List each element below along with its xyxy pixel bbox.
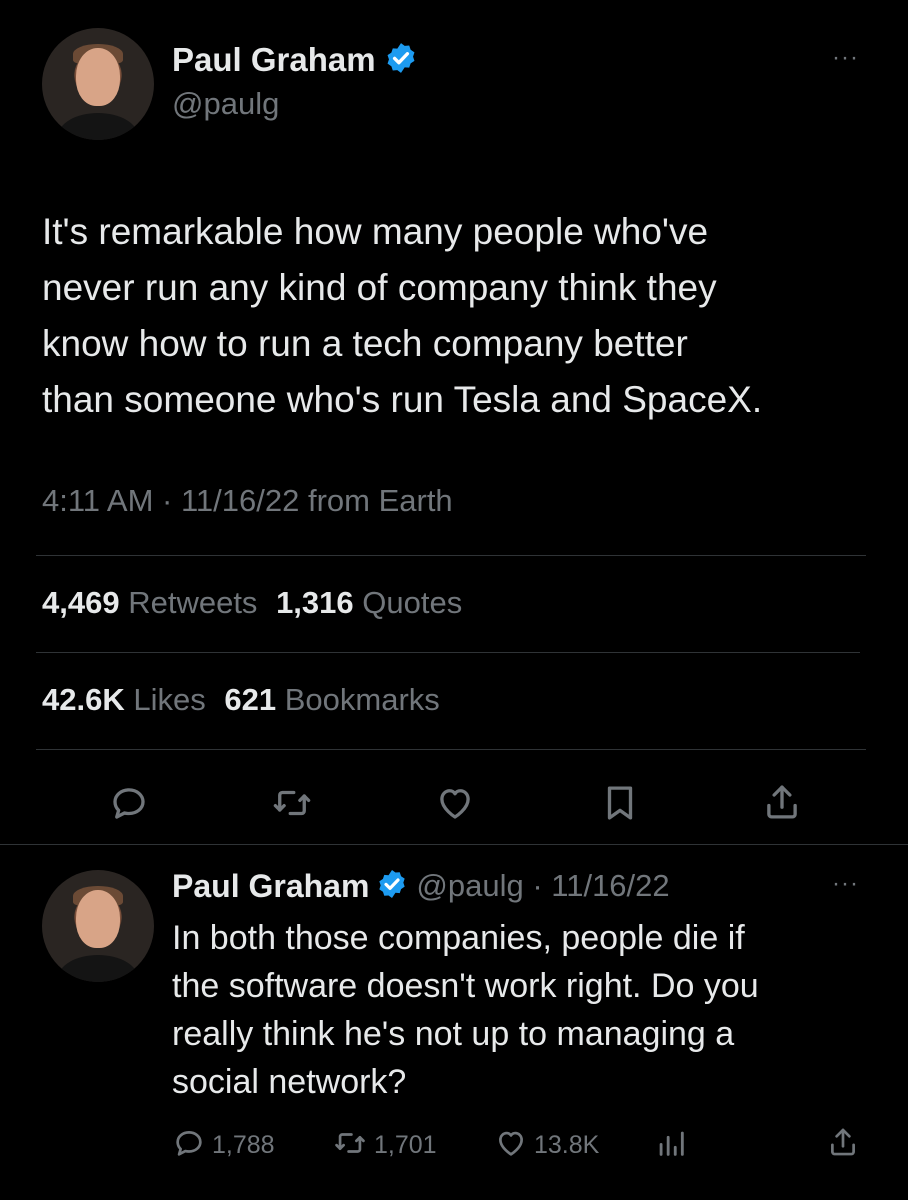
reply-like-count: 13.8K (534, 1131, 600, 1159)
retweets-count: 4,469 (42, 585, 120, 620)
reply-share-icon[interactable] (826, 1124, 860, 1165)
reply-count: 1,788 (212, 1131, 275, 1159)
retweets-label: Retweets (128, 585, 258, 620)
likes-label: Likes (133, 682, 206, 717)
reply-text: In both those companies, people die if t… (172, 914, 759, 1106)
quotes-count: 1,316 (276, 585, 354, 620)
author-name-row[interactable]: Paul Graham (172, 40, 418, 80)
reply-text-line: the software doesn't work right. Do you (172, 967, 759, 1005)
bookmark-icon[interactable] (599, 782, 641, 824)
reply-text-line: social network? (172, 1063, 407, 1101)
like-icon[interactable] (434, 782, 476, 824)
verified-badge-icon (376, 868, 408, 905)
likes-count: 42.6K (42, 682, 125, 717)
more-options-icon[interactable]: ··· (832, 44, 859, 72)
tweet-text-line: never run any kind of company think they (42, 267, 717, 308)
reply-text-line: really think he's not up to managing a (172, 1015, 735, 1053)
divider (36, 749, 866, 750)
quotes-label: Quotes (362, 585, 463, 620)
reply-comment-icon (172, 1126, 206, 1165)
reply-more-options-icon[interactable]: ··· (832, 870, 859, 898)
stats-row-1: 4,469 Retweets 1,316 Quotes (42, 585, 462, 621)
likes-stat[interactable]: 42.6K Likes (42, 682, 214, 717)
tweet-text: It's remarkable how many people who've n… (42, 204, 762, 428)
reply-retweet-icon (332, 1126, 368, 1165)
reply-like-icon (494, 1126, 528, 1165)
share-icon[interactable] (761, 780, 803, 824)
verified-badge-icon (384, 41, 418, 80)
author-handle[interactable]: @paulg (172, 86, 279, 122)
stats-row-2: 42.6K Likes 621 Bookmarks (42, 682, 440, 718)
retweets-stat[interactable]: 4,469 Retweets (42, 585, 266, 620)
tweet-text-line: know how to run a tech company better (42, 323, 688, 364)
reply-like-action[interactable]: 13.8K (494, 1126, 599, 1165)
author-avatar[interactable] (42, 28, 154, 140)
tweet-timestamp[interactable]: 4:11 AM · 11/16/22 from Earth (42, 483, 453, 519)
reply-author-avatar[interactable] (42, 870, 154, 982)
reply-text-line: In both those companies, people die if (172, 919, 745, 957)
tweet-text-line: than someone who's run Tesla and SpaceX. (42, 379, 763, 420)
reply-reply-action[interactable]: 1,788 (172, 1126, 275, 1165)
tweet-text-line: It's remarkable how many people who've (42, 211, 709, 252)
retweet-icon[interactable] (270, 782, 314, 824)
bookmarks-stat[interactable]: 621 Bookmarks (224, 682, 439, 717)
reply-retweet-action[interactable]: 1,701 (332, 1126, 437, 1165)
reply-views-icon[interactable] (654, 1126, 688, 1165)
quotes-stat[interactable]: 1,316 Quotes (276, 585, 462, 620)
reply-author-name[interactable]: Paul Graham (172, 868, 369, 905)
divider (0, 844, 908, 845)
reply-header: Paul Graham @paulg · 11/16/22 (172, 866, 670, 906)
reply-retweet-count: 1,701 (374, 1131, 437, 1159)
divider (36, 555, 866, 556)
reply-handle-date[interactable]: @paulg · 11/16/22 (416, 868, 669, 904)
author-name[interactable]: Paul Graham (172, 41, 376, 79)
bookmarks-count: 621 (224, 682, 277, 717)
divider (36, 652, 860, 653)
bookmarks-label: Bookmarks (284, 682, 440, 717)
reply-icon[interactable] (108, 782, 150, 824)
